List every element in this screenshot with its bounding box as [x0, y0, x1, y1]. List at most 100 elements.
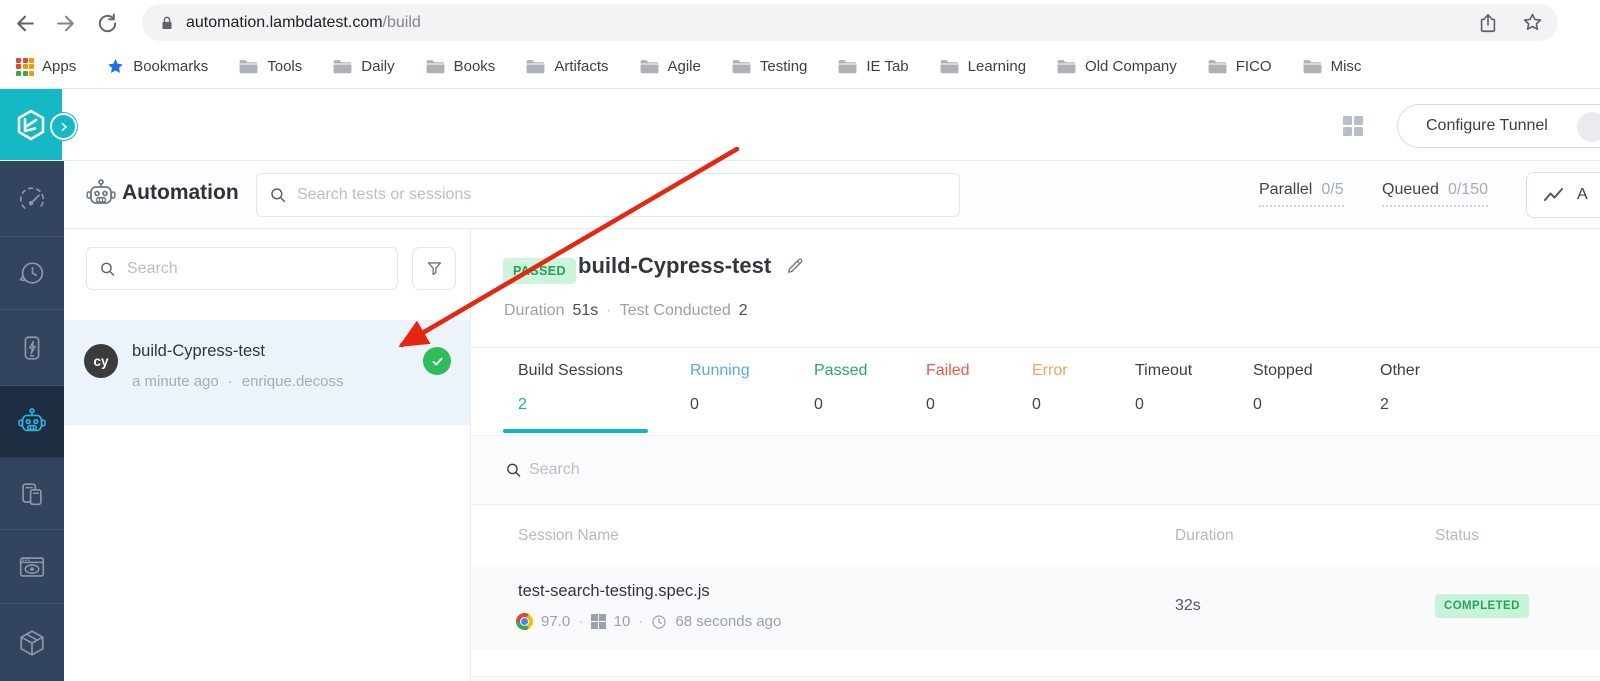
folder-icon	[239, 60, 258, 74]
browser-reload-button[interactable]	[92, 8, 122, 38]
build-detail-panel: PASSED build-Cypress-test Duration 51s ·…	[471, 229, 1600, 681]
tab-stopped[interactable]: Stopped 0	[1253, 348, 1313, 414]
tab-label: Passed	[814, 362, 868, 379]
bookmark-folder-testing[interactable]: Testing	[731, 58, 807, 75]
tab-timeout[interactable]: Timeout 0	[1135, 348, 1192, 414]
test-conducted-label: Test Conducted	[619, 302, 731, 319]
share-icon[interactable]	[1477, 12, 1499, 34]
session-duration: 32s	[1175, 597, 1201, 614]
folder-icon	[732, 60, 751, 74]
search-tests-input[interactable]	[256, 173, 960, 217]
analytics-label: A	[1577, 186, 1588, 203]
sidebar-item-realtime[interactable]	[0, 161, 64, 237]
folder-icon	[1057, 60, 1076, 74]
queued-value: 0/150	[1447, 181, 1488, 198]
tab-failed[interactable]: Failed 0	[926, 348, 970, 414]
bookmark-folder-ie-tab[interactable]: IE Tab	[837, 58, 909, 75]
bookmark-label: Books	[453, 58, 496, 75]
bookmark-folder-books[interactable]: Books	[425, 58, 496, 75]
configure-tunnel-button[interactable]: Configure Tunnel	[1397, 104, 1600, 148]
bookmark-folder-learning[interactable]: Learning	[939, 58, 1026, 75]
bookmark-folder-old-company[interactable]: Old Company	[1056, 58, 1177, 75]
build-title-text: build-Cypress-test	[578, 253, 772, 278]
queued-stat[interactable]: Queued 0/150	[1382, 181, 1488, 207]
build-time: a minute ago	[132, 373, 219, 390]
tab-passed[interactable]: Passed 0	[814, 348, 867, 414]
sidebar-item-test-history[interactable]	[0, 237, 64, 310]
tab-label: Stopped	[1253, 362, 1313, 379]
build-list-item[interactable]: cy build-Cypress-test a minute ago · enr…	[64, 320, 471, 425]
builds-search	[86, 247, 398, 290]
dot-separator: ·	[578, 613, 584, 630]
url-bar[interactable]: automation.lambdatest.com/build	[142, 4, 1558, 41]
tab-label: Timeout	[1135, 362, 1193, 379]
parallel-stat[interactable]: Parallel 0/5	[1259, 181, 1344, 207]
sidebar-item-devices[interactable]	[0, 458, 64, 530]
automation-robot-icon	[85, 178, 117, 215]
apps-launcher-icon[interactable]	[1343, 116, 1363, 136]
bookmark-folder-artifacts[interactable]: Artifacts	[525, 58, 609, 75]
parallel-value: 0/5	[1321, 181, 1344, 198]
column-session-name: Session Name	[518, 527, 619, 544]
os-version: 10	[613, 613, 631, 630]
bookmark-folder-agile[interactable]: Agile	[639, 58, 701, 75]
bookmark-folder-tools[interactable]: Tools	[238, 58, 302, 75]
browser-toolbar: automation.lambdatest.com/build	[0, 0, 1600, 45]
edit-name-icon[interactable]	[785, 256, 805, 276]
sidebar-item-lt-browser[interactable]	[0, 530, 64, 604]
folder-icon	[640, 60, 658, 74]
active-tab-underline	[503, 429, 648, 433]
sessions-search-input[interactable]	[529, 436, 1429, 504]
duration-value: 51s	[572, 302, 599, 319]
tab-running[interactable]: Running 0	[690, 348, 750, 414]
trend-line-icon	[1544, 188, 1563, 201]
sessions-search	[471, 435, 1600, 505]
chevron-right-icon	[61, 122, 67, 131]
build-detail-title: build-Cypress-test	[578, 253, 805, 279]
builds-search-input[interactable]	[86, 247, 398, 290]
filter-button[interactable]	[412, 247, 456, 290]
folder-icon	[426, 60, 445, 74]
tab-error[interactable]: Error 0	[1032, 348, 1068, 414]
sidebar-item-packages[interactable]	[0, 604, 64, 681]
analytics-button[interactable]: A	[1526, 172, 1600, 218]
passed-check-icon	[423, 347, 451, 375]
tab-count: 0	[1253, 396, 1262, 413]
build-meta: a minute ago · enrique.decoss	[132, 373, 343, 390]
sidebar-item-automation[interactable]	[0, 386, 64, 458]
folder-icon	[333, 60, 352, 74]
mobile-lightning-icon	[24, 335, 40, 360]
session-row[interactable]: test-search-testing.spec.js 97.0 · 10 · …	[471, 567, 1600, 650]
bookmark-apps[interactable]: Apps	[16, 57, 76, 76]
next-session-row-edge	[471, 676, 1600, 681]
windows-icon	[591, 614, 606, 629]
tab-build-sessions[interactable]: Build Sessions 2	[518, 348, 623, 414]
browser-back-button[interactable]	[10, 8, 40, 38]
tab-label: Build Sessions	[518, 362, 623, 379]
search-icon	[271, 188, 286, 203]
sidebar-item-app-testing[interactable]	[0, 310, 64, 386]
bookmark-folder-fico[interactable]: FICO	[1207, 58, 1272, 75]
folder-icon	[1303, 60, 1322, 74]
tab-other[interactable]: Other 2	[1380, 348, 1420, 414]
tab-label: Other	[1380, 362, 1421, 379]
sidebar-expand-button[interactable]	[50, 113, 77, 140]
bookmark-folder-misc[interactable]: Misc	[1302, 58, 1361, 75]
bookmark-folder-daily[interactable]: Daily	[332, 58, 395, 75]
session-time: 68 seconds ago	[675, 613, 782, 630]
bookmark-label: Agile	[667, 58, 701, 75]
browser-version: 97.0	[541, 613, 571, 630]
bookmark-star-icon[interactable]	[1521, 11, 1544, 34]
browser-forward-button[interactable]	[50, 8, 80, 38]
bookmark-bookmarks[interactable]: Bookmarks	[106, 57, 208, 76]
robot-icon	[18, 407, 46, 431]
lambdatest-automation-page: automation.lambdatest.com/build Apps Boo…	[0, 0, 1600, 681]
tab-count: 0	[690, 396, 699, 413]
filter-funnel-icon	[427, 262, 441, 276]
parallel-label: Parallel	[1259, 181, 1313, 198]
star-icon	[108, 59, 123, 73]
dot-separator: ·	[606, 302, 612, 319]
dot-separator: ·	[227, 373, 233, 390]
test-conducted-value: 2	[738, 302, 748, 319]
realtime-gauge-icon	[19, 186, 45, 209]
